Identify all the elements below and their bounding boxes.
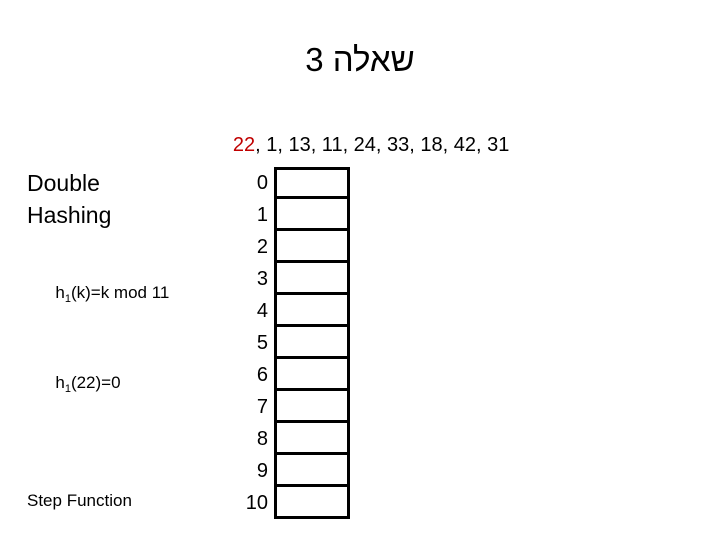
table-row-index: 10 <box>245 492 268 514</box>
primary-hash-example-subscript: 1 <box>64 383 71 395</box>
table-row: 5 <box>238 327 350 359</box>
primary-hash-name: h <box>55 283 65 302</box>
table-row-cell[interactable] <box>274 167 350 199</box>
table-row-cell[interactable] <box>274 327 350 359</box>
table-row-cell[interactable] <box>274 295 350 327</box>
table-row-cell[interactable] <box>274 263 350 295</box>
table-row: 6 <box>238 359 350 391</box>
table-row-index: 4 <box>256 300 268 322</box>
table-row-index: 8 <box>256 428 268 450</box>
key-sequence-rest: , 1, 13, 11, 24, 33, 18, 42, 31 <box>255 134 510 156</box>
primary-hash-example-name: h <box>55 373 65 392</box>
table-row-cell[interactable] <box>274 199 350 231</box>
primary-hash-formula: h1(k)=k mod 11 <box>27 260 242 328</box>
table-row-cell[interactable] <box>274 423 350 455</box>
table-row: 4 <box>238 295 350 327</box>
table-row: 7 <box>238 391 350 423</box>
table-row: 10 <box>238 487 350 519</box>
slide-canvas: שאלה 3 22, 1, 13, 11, 24, 33, 18, 42, 31… <box>0 0 720 540</box>
step-function-heading: Step Function <box>27 491 132 510</box>
table-row-cell[interactable] <box>274 359 350 391</box>
table-row-cell[interactable] <box>274 455 350 487</box>
table-row-cell[interactable] <box>274 391 350 423</box>
slide-title: שאלה 3 <box>305 41 415 78</box>
table-row-cell[interactable] <box>274 231 350 263</box>
table-row-cell[interactable] <box>274 487 350 519</box>
primary-hash-example-body: (22)=0 <box>70 373 121 392</box>
table-row: 8 <box>238 423 350 455</box>
table-row-index: 3 <box>256 268 268 290</box>
table-row: 1 <box>238 199 350 231</box>
table-row: 0 <box>238 167 350 199</box>
table-row-index: 9 <box>256 460 268 482</box>
table-row-index: 7 <box>256 396 268 418</box>
primary-hash-body: (k)=k mod 11 <box>70 283 170 302</box>
primary-hash-subscript: 1 <box>64 293 71 305</box>
step-function-formula: h2(k)=1+ (k mod 10) <box>27 516 242 540</box>
hash-table: 0 1 2 3 4 5 6 7 8 9 10 <box>238 167 350 519</box>
table-row-index: 0 <box>256 172 268 194</box>
table-row-index: 1 <box>256 204 268 226</box>
table-row: 3 <box>238 263 350 295</box>
method-heading: Double Hashing <box>27 170 112 228</box>
method-description-column: Double Hashing h1(k)=k mod 11 h1(22)=0 S… <box>27 167 242 540</box>
key-sequence-first-key: 22 <box>232 134 256 156</box>
table-row: 2 <box>238 231 350 263</box>
table-row-index: 2 <box>256 236 268 258</box>
table-row-index: 5 <box>256 332 268 354</box>
table-row-index: 6 <box>256 364 268 386</box>
table-row: 9 <box>238 455 350 487</box>
primary-hash-example-formula: h1(22)=0 <box>27 350 242 418</box>
